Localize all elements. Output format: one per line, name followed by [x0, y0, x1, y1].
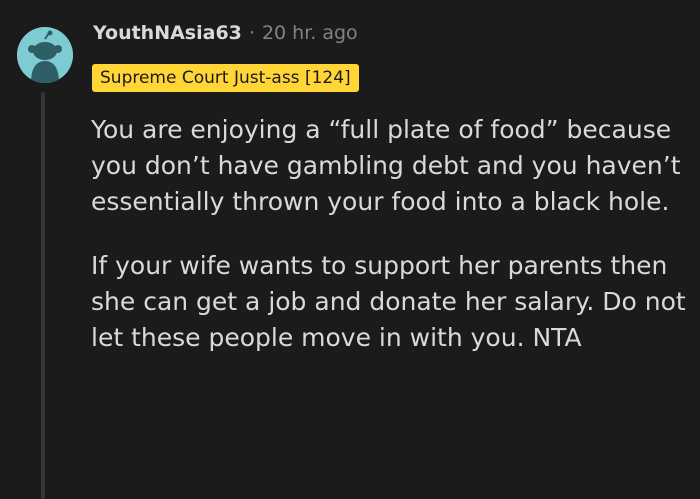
comment-paragraph: You are enjoying a “full plate of food” …: [91, 115, 681, 216]
username[interactable]: YouthNAsia63: [93, 22, 242, 44]
meta-separator: ·: [248, 22, 255, 44]
comment: YouthNAsia63 · 20 hr. ago Supreme Court …: [0, 0, 700, 499]
snoo-avatar-icon: [17, 27, 73, 83]
avatar[interactable]: [17, 27, 73, 83]
timestamp[interactable]: 20 hr. ago: [262, 22, 358, 44]
comment-body: You are enjoying a “full plate of food” …: [91, 112, 691, 384]
thread-line[interactable]: [41, 92, 45, 499]
comment-paragraph: If your wife wants to support her parent…: [91, 251, 686, 352]
user-flair: Supreme Court Just-ass [124]: [92, 64, 359, 92]
comment-header: YouthNAsia63 · 20 hr. ago: [93, 22, 358, 44]
